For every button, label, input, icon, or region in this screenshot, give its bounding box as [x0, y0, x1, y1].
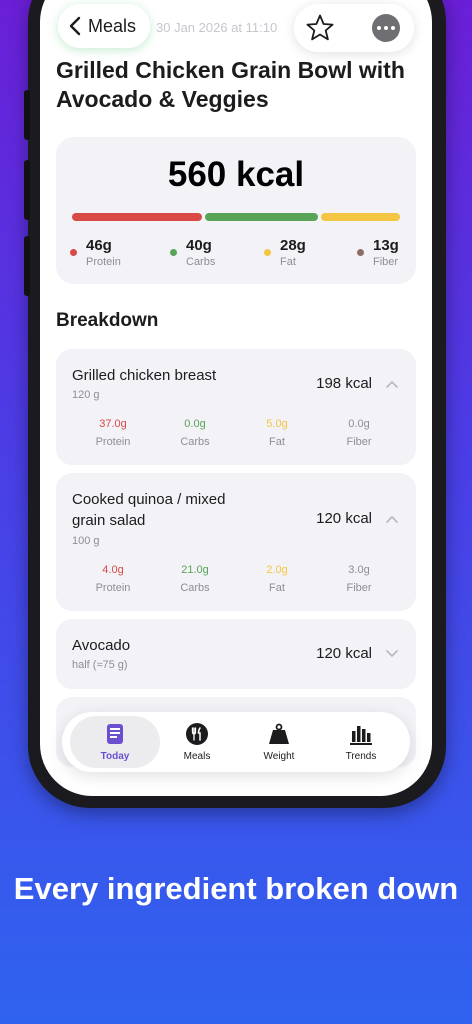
star-icon: [306, 14, 334, 41]
ingredient-macro-carbs: 21.0g Carbs: [154, 564, 236, 594]
action-group: [294, 4, 414, 52]
ingredient-macro-fat: 5.0g Fat: [236, 418, 318, 448]
ingredient-macro-carbs: 0.0g Carbs: [154, 418, 236, 448]
today-icon: [107, 724, 123, 744]
macro-label: Protein: [95, 582, 131, 594]
breakdown-heading: Breakdown: [56, 310, 159, 331]
macro-value: 4.0g: [102, 564, 124, 576]
ingredient-macro-fiber: 0.0g Fiber: [318, 418, 400, 448]
fat-segment: [320, 213, 401, 221]
carbs-segment: [204, 213, 318, 221]
macro-label: Carbs: [180, 582, 210, 594]
more-options-button[interactable]: [372, 14, 400, 42]
app-screen: Meals 30 Jan 2026 at 11:10 Grilled Chick…: [40, 0, 432, 796]
macro-value: 37.0g: [99, 418, 127, 430]
meals-icon: [186, 723, 208, 745]
ingredient-name: Avocado: [72, 637, 131, 654]
tab-meals[interactable]: Meals: [152, 716, 242, 768]
meal-timestamp: 30 Jan 2026 at 11:10: [156, 20, 278, 35]
chevron-up-icon[interactable]: [386, 380, 398, 388]
tab-label: Today: [100, 751, 130, 762]
macro-distribution-bar: [72, 213, 401, 221]
macro-label: Fat: [280, 256, 296, 268]
macro-label: Fat: [269, 436, 285, 448]
fiber-dot: [357, 249, 364, 256]
macro-value: 28g: [280, 237, 306, 254]
total-calories: 560 kcal: [167, 155, 305, 194]
ingredient-macro-protein: 37.0g Protein: [72, 418, 154, 448]
macro-value: 46g: [86, 237, 112, 254]
ingredient-calories: 198 kcal: [316, 375, 372, 392]
phone-side-button: [24, 236, 30, 296]
protein-segment: [72, 213, 202, 221]
weight-icon: [269, 723, 289, 744]
macro-label: Fiber: [346, 436, 372, 448]
macro-value: 13g: [373, 237, 399, 254]
fat-dot: [264, 249, 271, 256]
chevron-up-icon[interactable]: [386, 515, 398, 523]
top-bar: Meals 30 Jan 2026 at 11:10: [40, 4, 432, 52]
macro-label: Fat: [269, 582, 285, 594]
ingredient-card[interactable]: Grilled chicken breast 120 g 198 kcal 37…: [56, 349, 416, 465]
ingredient-quantity: 120 g: [72, 389, 100, 401]
ingredient-name: Cooked quinoa / mixed grain salad: [72, 491, 226, 529]
tab-bar: Today Meals Weight Trends: [62, 712, 410, 772]
ingredient-calories: 120 kcal: [316, 645, 372, 662]
ingredient-name: Grilled chicken breast: [72, 367, 217, 384]
ingredient-card[interactable]: Avocado half (≈75 g) 120 kcal: [56, 619, 416, 689]
meal-title: Grilled Chicken Grain Bowl with Avocado …: [56, 57, 405, 112]
macro-summary-row: 46g Protein 40g Carbs 28g Fat 13g Fiber: [70, 235, 402, 271]
tab-trends[interactable]: Trends: [316, 716, 406, 768]
phone-side-button: [24, 160, 30, 220]
macro-label: Protein: [86, 256, 121, 268]
carbs-dot: [170, 249, 177, 256]
tab-today[interactable]: Today: [70, 716, 160, 768]
macro-label: Carbs: [186, 256, 216, 268]
ingredient-macro-protein: 4.0g Protein: [72, 564, 154, 594]
macro-value: 2.0g: [266, 564, 288, 576]
protein-dot: [70, 249, 77, 256]
ingredient-macro-fiber: 3.0g Fiber: [318, 564, 400, 594]
trends-icon: [350, 726, 372, 745]
ingredient-macro-fat: 2.0g Fat: [236, 564, 318, 594]
macro-label: Carbs: [180, 436, 210, 448]
nutrition-summary-card: 560 kcal 46g Protein 40g Carbs 28g Fat 1…: [56, 137, 416, 284]
ingredient-quantity: 100 g: [72, 535, 100, 547]
ingredient-quantity: half (≈75 g): [72, 659, 128, 671]
ingredient-card[interactable]: Cooked quinoa / mixed grain salad 100 g …: [56, 473, 416, 611]
macro-label: Fiber: [346, 582, 372, 594]
favorite-button[interactable]: [302, 10, 338, 46]
chevron-down-icon[interactable]: [386, 650, 398, 658]
macro-value: 3.0g: [348, 564, 370, 576]
ingredient-calories: 120 kcal: [316, 510, 372, 527]
macro-value: 5.0g: [266, 418, 288, 430]
tab-weight[interactable]: Weight: [234, 716, 324, 768]
macro-label: Protein: [95, 436, 131, 448]
ellipsis-icon: [377, 26, 395, 30]
phone-side-button: [24, 90, 30, 140]
tab-label: Meals: [183, 751, 211, 762]
macro-value: 21.0g: [181, 564, 209, 576]
tab-label: Weight: [263, 751, 295, 762]
ingredient-macros: 37.0g Protein 0.0g Carbs 5.0g Fat 0.0g Fiber: [72, 418, 400, 452]
back-button[interactable]: Meals: [58, 4, 151, 48]
macro-value: 0.0g: [184, 418, 206, 430]
macro-value: 40g: [186, 237, 212, 254]
tab-label: Trends: [345, 751, 377, 762]
chevron-left-icon: [69, 16, 81, 36]
macro-label: Fiber: [373, 256, 399, 268]
ingredient-macros: 4.0g Protein 21.0g Carbs 2.0g Fat 3.0g Fiber: [72, 564, 400, 598]
back-button-label: Meals: [88, 15, 137, 36]
marketing-caption: Every ingredient broken down: [13, 871, 459, 906]
macro-value: 0.0g: [348, 418, 370, 430]
